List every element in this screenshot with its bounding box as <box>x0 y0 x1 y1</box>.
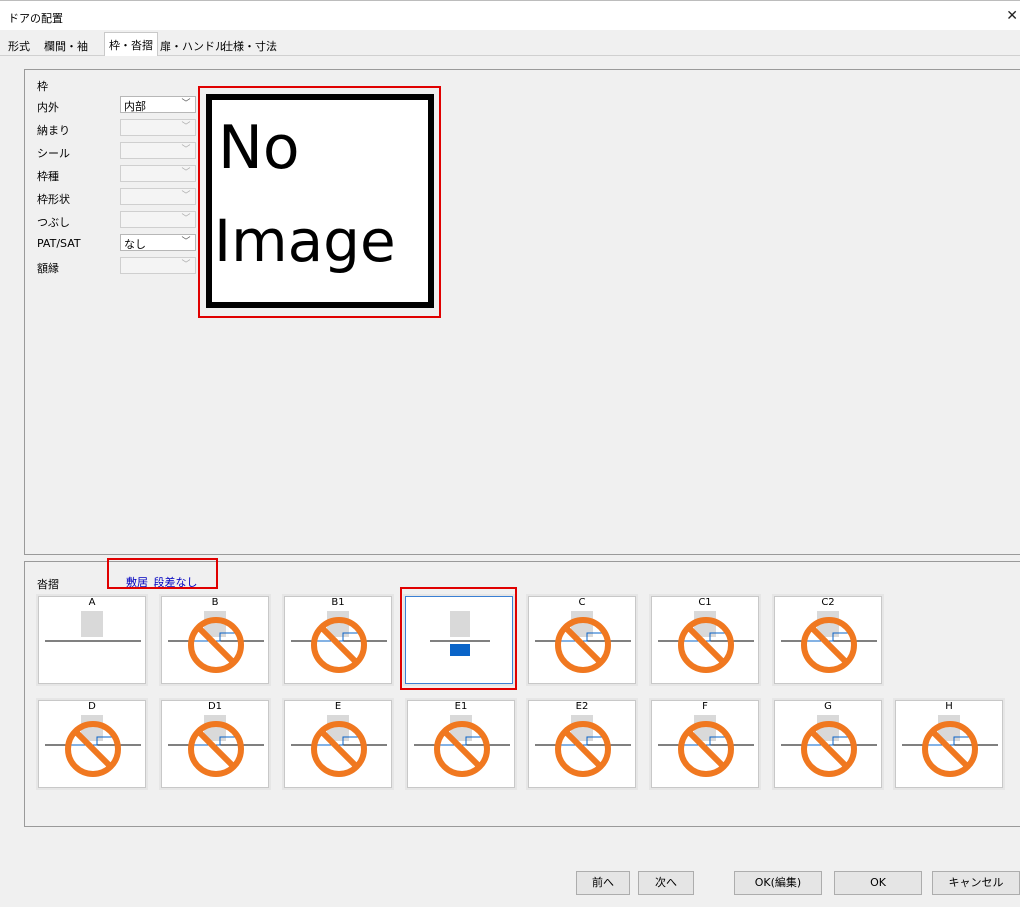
tab-spec-dimensions[interactable]: 仕様・寸法 <box>218 35 281 55</box>
threshold-option-label: D <box>88 701 96 712</box>
threshold-option-tile[interactable]: H <box>893 698 1005 790</box>
ok-edit-button[interactable]: OK(編集) <box>734 871 822 895</box>
threshold-option-tile[interactable]: A <box>36 594 148 686</box>
field-label-casing: 額縁 <box>37 262 59 275</box>
title-bar: ドアの配置 ✕ <box>0 0 1020 30</box>
threshold-option-label: E1 <box>454 701 468 712</box>
prohibited-icon <box>45 715 141 777</box>
chevron-down-icon: ﹀ <box>181 237 191 247</box>
threshold-option-label: F <box>702 701 708 712</box>
prohibited-icon <box>168 611 264 673</box>
prohibited-icon <box>291 715 387 777</box>
chevron-down-icon: ﹀ <box>181 145 191 155</box>
threshold-option-label: E <box>334 701 342 712</box>
prohibited-icon <box>658 715 754 777</box>
threshold-option-label: B1 <box>331 597 345 608</box>
inside-outside-select[interactable]: 内部 ﹀ <box>120 96 196 113</box>
prohibited-icon <box>535 611 631 673</box>
threshold-option-tile[interactable]: D <box>36 698 148 790</box>
chevron-down-icon: ﹀ <box>181 214 191 224</box>
cancel-button[interactable]: キャンセル <box>932 871 1020 895</box>
close-icon[interactable]: ✕ <box>1006 8 1018 24</box>
threshold-option-tile[interactable]: C1 <box>649 594 761 686</box>
field-label-inside-outside: 内外 <box>37 101 59 114</box>
frame-shape-select: ﹀ <box>120 188 196 205</box>
field-label-crush: つぶし <box>37 216 70 229</box>
window-title: ドアの配置 <box>8 12 63 25</box>
highlight-box-threshold-value <box>107 558 218 589</box>
threshold-option-tile[interactable]: D1 <box>159 698 271 790</box>
threshold-diagram <box>45 611 141 642</box>
chevron-down-icon: ﹀ <box>181 260 191 270</box>
ok-button[interactable]: OK <box>834 871 922 895</box>
chevron-down-icon: ﹀ <box>181 191 191 201</box>
threshold-section-label: 沓摺 <box>37 578 59 591</box>
threshold-option-label: G <box>824 701 832 712</box>
frame-type-select: ﹀ <box>120 165 196 182</box>
highlight-box-selected-option <box>400 587 517 690</box>
field-label-frame-shape: 枠形状 <box>37 193 70 206</box>
threshold-option-label: D1 <box>207 701 223 712</box>
tab-transom-sidelight[interactable]: 欄間・袖 <box>40 35 92 55</box>
pat-sat-value: なし <box>124 238 146 251</box>
tab-bar: 形式 欄間・袖 枠・沓摺 扉・ハンドル 仕様・寸法 <box>0 31 1020 56</box>
inside-outside-value: 内部 <box>124 100 146 113</box>
threshold-option-label: B <box>211 597 219 608</box>
field-label-fit: 納まり <box>37 124 70 137</box>
threshold-option-label: A <box>88 597 96 608</box>
prohibited-icon <box>535 715 631 777</box>
prohibited-icon <box>781 715 877 777</box>
threshold-option-tile[interactable]: E2 <box>526 698 638 790</box>
chevron-down-icon: ﹀ <box>181 99 191 109</box>
threshold-option-label: E2 <box>575 701 589 712</box>
threshold-option-tile[interactable]: F <box>649 698 761 790</box>
threshold-option-tile[interactable]: C2 <box>772 594 884 686</box>
crush-select: ﹀ <box>120 211 196 228</box>
threshold-option-tile[interactable]: C <box>526 594 638 686</box>
tab-frame-threshold[interactable]: 枠・沓摺 <box>104 32 158 56</box>
next-button[interactable]: 次へ <box>638 871 694 895</box>
casing-select: ﹀ <box>120 257 196 274</box>
chevron-down-icon: ﹀ <box>181 168 191 178</box>
chevron-down-icon: ﹀ <box>181 122 191 132</box>
seal-select: ﹀ <box>120 142 196 159</box>
pat-sat-select[interactable]: なし ﹀ <box>120 234 196 251</box>
threshold-option-label: H <box>945 701 953 712</box>
tab-format[interactable]: 形式 <box>4 35 34 55</box>
prohibited-icon <box>291 611 387 673</box>
prohibited-icon <box>781 611 877 673</box>
fit-select: ﹀ <box>120 119 196 136</box>
threshold-option-tile[interactable]: E1 <box>405 698 517 790</box>
threshold-option-tile[interactable]: B1 <box>282 594 394 686</box>
prohibited-icon <box>902 715 998 777</box>
prev-button[interactable]: 前へ <box>576 871 630 895</box>
field-label-frame-type: 枠種 <box>37 170 59 183</box>
threshold-option-tile[interactable]: B <box>159 594 271 686</box>
threshold-option-label: C <box>578 597 586 608</box>
threshold-option-label: C2 <box>821 597 835 608</box>
threshold-option-tile[interactable]: E <box>282 698 394 790</box>
prohibited-icon <box>658 611 754 673</box>
threshold-option-label: C1 <box>698 597 712 608</box>
frame-section-label: 枠 <box>37 80 48 93</box>
threshold-option-tile[interactable]: G <box>772 698 884 790</box>
highlight-box-preview <box>198 86 441 318</box>
prohibited-icon <box>168 715 264 777</box>
field-label-seal: シール <box>37 147 70 160</box>
field-label-pat-sat: PAT/SAT <box>37 237 81 250</box>
prohibited-icon <box>414 715 510 777</box>
